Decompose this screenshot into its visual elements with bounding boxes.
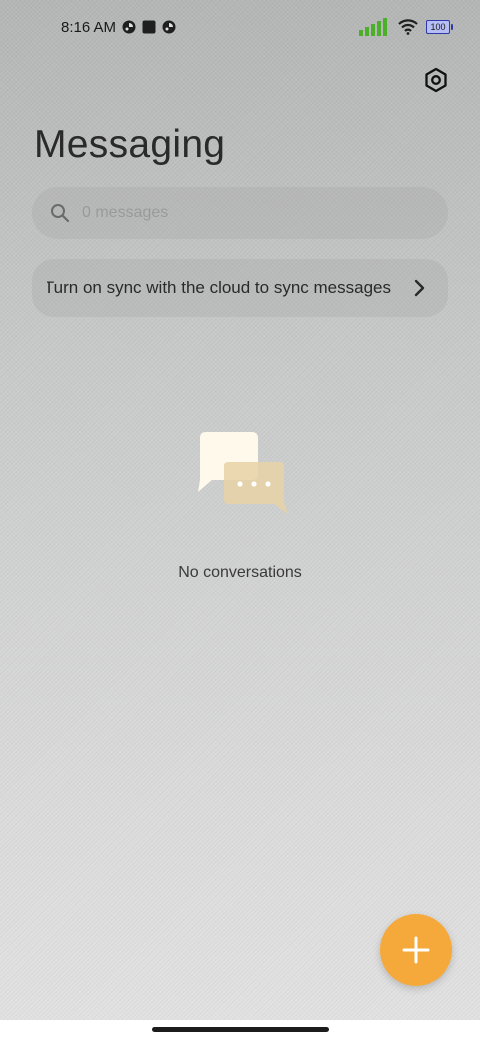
settings-hexagon-icon [425, 67, 447, 93]
sync-banner[interactable]: Turn on sync with the cloud to sync mess… [32, 259, 448, 317]
new-message-button[interactable] [380, 914, 452, 986]
notification-icons [122, 20, 176, 34]
search-input[interactable] [82, 187, 422, 239]
search-icon [51, 204, 70, 223]
status-time: 8:16 AM [61, 19, 117, 36]
sync-banner-label: Turn on sync with the cloud to sync mess… [47, 278, 391, 297]
settings-button[interactable] [422, 66, 450, 94]
notification-icon [122, 20, 136, 34]
sync-banner-text-container: Turn on sync with the cloud to sync mess… [47, 259, 391, 317]
search-bar[interactable] [32, 187, 448, 239]
battery-icon: 100 [426, 20, 453, 34]
system-icons: 100 [358, 17, 453, 37]
empty-state-label: No conversations [178, 564, 302, 581]
wifi-icon [398, 19, 418, 35]
chevron-right-icon [414, 279, 425, 297]
home-indicator[interactable] [152, 1027, 329, 1032]
plus-icon [402, 936, 430, 964]
signal-icon [359, 18, 387, 36]
page-title: Messaging [34, 123, 226, 166]
chat-bubbles-icon [198, 432, 288, 514]
stop-icon [142, 20, 156, 34]
status-bar: 8:16 AM 100 [0, 0, 480, 56]
notification-icon [162, 20, 176, 34]
navigation-bar [0, 1020, 480, 1040]
